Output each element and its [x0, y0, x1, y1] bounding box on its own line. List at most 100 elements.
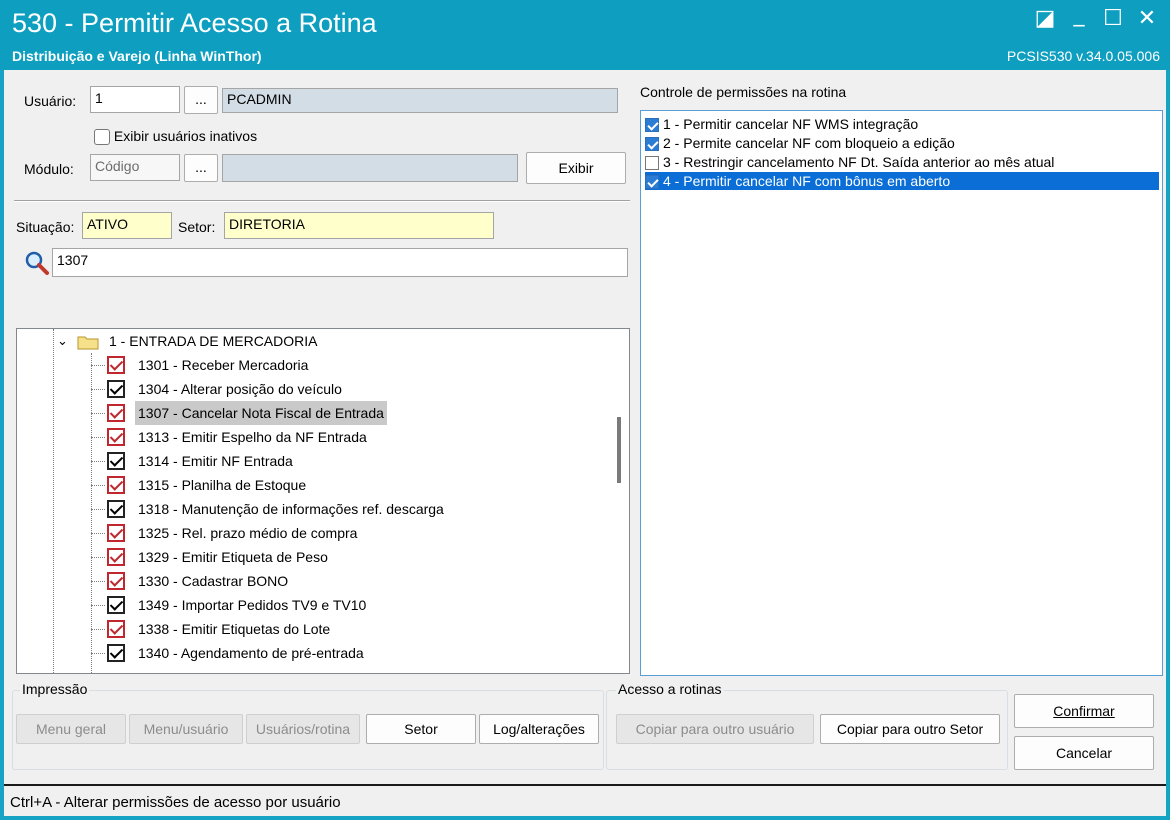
acesso-group-title: Acesso a rotinas [616, 681, 724, 697]
folder-icon [77, 333, 99, 350]
tree-item-checkbox[interactable] [107, 476, 125, 494]
tree-connector [91, 389, 105, 390]
setor-button[interactable]: Setor [366, 714, 476, 744]
usuario-label: Usuário: [24, 93, 77, 109]
tree-connector [91, 557, 105, 558]
tree-item-label: 1304 - Alterar posição do veículo [138, 381, 342, 397]
tree-connector [91, 629, 105, 630]
maximize-icon[interactable]: ☐ [1098, 6, 1128, 32]
permission-label: 1 - Permitir cancelar NF WMS integração [663, 116, 919, 132]
inactive-users-label: Exibir usuários inativos [113, 128, 258, 144]
modulo-name-field [222, 154, 518, 182]
copiar-setor-button[interactable]: Copiar para outro Setor [820, 714, 1000, 744]
tree-item-checkbox[interactable] [107, 428, 125, 446]
usuario-name-field: PCADMIN [222, 88, 618, 113]
tree-item-label: 1325 - Rel. prazo médio de compra [138, 525, 358, 541]
tree-item-checkbox[interactable] [107, 572, 125, 590]
tree-item-label: 1301 - Receber Mercadoria [138, 357, 309, 373]
permission-checkbox[interactable] [645, 156, 659, 171]
permission-checkbox[interactable] [645, 118, 659, 133]
tree-item-label: 1313 - Emitir Espelho da NF Entrada [138, 429, 367, 445]
tree-connector [91, 485, 105, 486]
usuarios-rotina-button[interactable]: Usuários/rotina [246, 714, 360, 744]
tree-line [53, 329, 54, 673]
permissions-list[interactable]: 1 - Permitir cancelar NF WMS integração 2… [640, 110, 1163, 676]
tree-item-checkbox[interactable] [107, 404, 125, 422]
tree-connector [91, 413, 105, 414]
permission-label: 2 - Permite cancelar NF com bloqueio a e… [663, 135, 955, 151]
modulo-lookup-button[interactable]: ... [184, 154, 218, 182]
log-alteracoes-button[interactable]: Log/alterações [479, 714, 599, 744]
tree-connector [91, 581, 105, 582]
tree-connector [91, 365, 105, 366]
app-window: 530 - Permitir Acesso a Rotina Distribui… [0, 0, 1170, 820]
tree-item-checkbox[interactable] [107, 356, 125, 374]
permission-label: 4 - Permitir cancelar NF com bônus em ab… [663, 173, 951, 189]
menu-usuario-button[interactable]: Menu/usuário [129, 714, 243, 744]
usuario-code-field[interactable]: 1 [90, 86, 180, 113]
tree-item-label: 1307 - Cancelar Nota Fiscal de Entrada [135, 401, 387, 425]
minimize-icon[interactable]: _ [1064, 2, 1094, 28]
copiar-usuario-button[interactable]: Copiar para outro usuário [616, 714, 814, 744]
tree-item-checkbox[interactable] [107, 596, 125, 614]
tree-item-label: 1330 - Cadastrar BONO [138, 573, 289, 589]
menu-geral-button[interactable]: Menu geral [16, 714, 126, 744]
tree-item-label: 1329 - Emitir Etiqueta de Peso [138, 549, 328, 565]
search-icon[interactable] [24, 250, 50, 276]
routine-tree[interactable]: ⌄ 1 - ENTRADA DE MERCADORIA 1301 - Receb… [16, 328, 630, 674]
situacao-field: ATIVO [82, 212, 172, 239]
client-area: Usuário: 1 ... PCADMIN Exibir usuários i… [4, 70, 1166, 816]
modulo-code-field[interactable]: Código [90, 154, 180, 181]
status-bar: Ctrl+A - Alterar permissões de acesso po… [4, 784, 1166, 816]
tree-item-label: 1314 - Emitir NF Entrada [138, 453, 293, 469]
exibir-button[interactable]: Exibir [526, 152, 626, 184]
tree-item-checkbox[interactable] [107, 548, 125, 566]
inactive-users-option[interactable]: Exibir usuários inativos [94, 128, 258, 146]
permission-checkbox[interactable] [645, 175, 659, 190]
tree-item-checkbox[interactable] [107, 452, 125, 470]
impressao-group-title: Impressão [20, 681, 90, 697]
situacao-label: Situação: [16, 219, 75, 235]
tree-connector [91, 533, 105, 534]
tree-folder-label: 1 - ENTRADA DE MERCADORIA [109, 333, 318, 349]
inactive-users-checkbox[interactable] [94, 129, 110, 146]
tree-item-checkbox[interactable] [107, 644, 125, 662]
tree-item-checkbox[interactable] [107, 524, 125, 542]
window-title: 530 - Permitir Acesso a Rotina [12, 8, 377, 38]
status-text: Ctrl+A - Alterar permissões de acesso po… [10, 794, 341, 811]
window-subtitle: Distribuição e Varejo (Linha WinThor) [12, 48, 262, 64]
permission-item[interactable]: 1 - Permitir cancelar NF WMS integração [645, 115, 918, 133]
tree-connector [91, 437, 105, 438]
tree-item-label: 1315 - Planilha de Estoque [138, 477, 307, 493]
chevron-down-icon[interactable]: ⌄ [57, 329, 68, 353]
search-input[interactable]: 1307 [52, 248, 628, 277]
permission-label: 3 - Restringir cancelamento NF Dt. Saída… [663, 154, 1055, 170]
tree-item-checkbox[interactable] [107, 620, 125, 638]
tree-connector [91, 509, 105, 510]
tree-item-label: 1340 - Agendamento de pré-entrada [138, 645, 364, 661]
close-icon[interactable]: ✕ [1132, 6, 1162, 32]
title-bar[interactable]: 530 - Permitir Acesso a Rotina Distribui… [0, 0, 1170, 70]
restore-icon[interactable]: ◪ [1030, 6, 1060, 32]
tree-line [91, 353, 92, 673]
tree-item-label: 1338 - Emitir Etiquetas do Lote [138, 621, 331, 637]
permission-item[interactable]: 2 - Permite cancelar NF com bloqueio a e… [645, 134, 955, 152]
tree-item-checkbox[interactable] [107, 500, 125, 518]
tree-scrollbar-thumb[interactable] [617, 417, 621, 483]
usuario-lookup-button[interactable]: ... [184, 86, 218, 114]
modulo-label: Módulo: [24, 161, 74, 177]
tree-item-checkbox[interactable] [107, 380, 125, 398]
tree-item-label: 1349 - Importar Pedidos TV9 e TV10 [138, 597, 367, 613]
cancelar-button[interactable]: Cancelar [1014, 736, 1154, 770]
permission-item[interactable]: 4 - Permitir cancelar NF com bônus em ab… [645, 172, 1159, 190]
permission-item[interactable]: 3 - Restringir cancelamento NF Dt. Saída… [645, 153, 1054, 171]
confirmar-button[interactable]: Confirmar [1014, 694, 1154, 728]
tree-connector [91, 461, 105, 462]
setor-label: Setor: [178, 219, 216, 235]
version-label: PCSIS530 v.34.0.05.006 [1006, 48, 1160, 64]
tree-connector [91, 653, 105, 654]
permission-checkbox[interactable] [645, 137, 659, 152]
tree-connector [91, 605, 105, 606]
setor-field: DIRETORIA [224, 212, 494, 239]
tree-item-label: 1318 - Manutenção de informações ref. de… [138, 501, 444, 517]
